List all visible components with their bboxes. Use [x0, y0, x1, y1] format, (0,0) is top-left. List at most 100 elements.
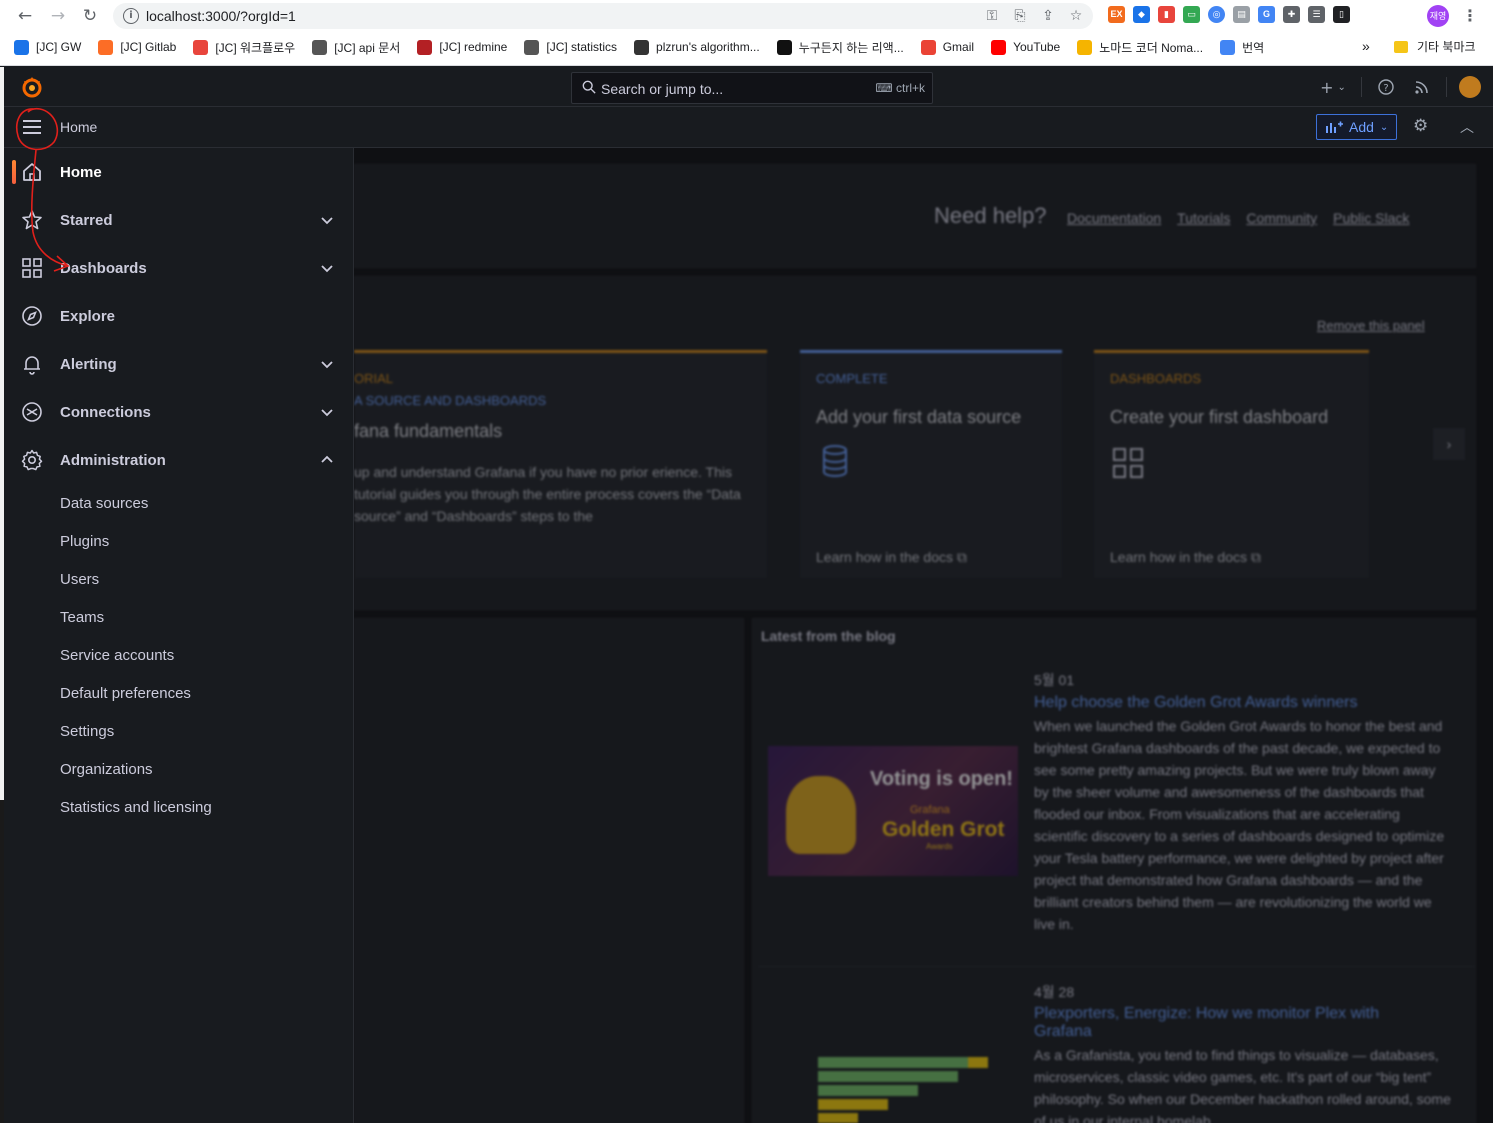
- learn-link[interactable]: Learn how in the docs ⧉: [1110, 549, 1261, 566]
- search-input[interactable]: Search or jump to... ⌨ ctrl+k: [571, 72, 933, 104]
- admin-item-users[interactable]: Users: [60, 571, 99, 588]
- learn-link[interactable]: Learn how in the docs ⧉: [816, 549, 967, 566]
- add-button[interactable]: Add ⌄: [1316, 114, 1397, 140]
- chevron-down-icon[interactable]: [320, 213, 334, 227]
- breadcrumb[interactable]: Home: [60, 119, 97, 135]
- grafana-topbar: Search or jump to... ⌨ ctrl+k + ⌄ ?: [4, 67, 1493, 107]
- admin-item-default-preferences[interactable]: Default preferences: [60, 685, 191, 702]
- bookmark-item[interactable]: [JC] 워크플로우: [193, 39, 295, 56]
- divider: [758, 966, 1474, 967]
- extension-icon[interactable]: ◆: [1133, 6, 1150, 23]
- bookmark-item[interactable]: [JC] statistics: [524, 39, 617, 55]
- tutorial-card[interactable]: ORIAL A SOURCE AND DASHBOARDS fana funda…: [354, 350, 767, 578]
- admin-item-teams[interactable]: Teams: [60, 609, 104, 626]
- bookmark-item[interactable]: [JC] GW: [14, 39, 81, 55]
- nav-item-connections[interactable]: Connections: [4, 392, 354, 432]
- blog-title-link[interactable]: Help choose the Golden Grot Awards winne…: [1034, 694, 1434, 712]
- voting-headline: Voting is open!: [870, 768, 1013, 790]
- nav-item-alerting[interactable]: Alerting: [4, 344, 354, 384]
- help-button[interactable]: ?: [1368, 67, 1404, 107]
- other-bookmarks[interactable]: 기타 북마크: [1394, 38, 1476, 55]
- help-link[interactable]: Community: [1246, 210, 1317, 226]
- bookmark-item[interactable]: 번역: [1220, 39, 1264, 56]
- chevron-up-icon[interactable]: [320, 453, 334, 467]
- admin-item-plugins[interactable]: Plugins: [60, 533, 109, 550]
- news-button[interactable]: [1404, 67, 1440, 107]
- help-link[interactable]: Public Slack: [1333, 210, 1409, 226]
- extension-icon[interactable]: ▤: [1233, 6, 1250, 23]
- extension-icon[interactable]: G: [1258, 6, 1275, 23]
- forward-icon[interactable]: →: [47, 5, 69, 27]
- side-panel-icon[interactable]: ▯: [1333, 6, 1350, 23]
- blog-body: When we launched the Golden Grot Awards …: [1034, 718, 1445, 932]
- search-shortcut: ⌨ ctrl+k: [875, 81, 925, 95]
- bookmark-item[interactable]: [JC] redmine: [417, 39, 507, 55]
- card-title: Create your first dashboard: [1110, 407, 1329, 427]
- help-link[interactable]: Tutorials: [1177, 210, 1230, 226]
- key-icon[interactable]: ⚿: [983, 7, 1001, 25]
- bookmark-item[interactable]: [JC] Gitlab: [98, 39, 176, 55]
- bookmark-item[interactable]: plzrun's algorithm...: [634, 39, 760, 55]
- help-link[interactable]: Documentation: [1067, 210, 1161, 226]
- nav-item-dashboards[interactable]: Dashboards: [4, 248, 354, 288]
- bookmark-item[interactable]: Gmail: [920, 39, 974, 55]
- site-info-icon[interactable]: i: [123, 8, 139, 24]
- bookmark-item[interactable]: [JC] api 문서: [312, 39, 400, 56]
- apps-icon: [1113, 448, 1143, 478]
- back-icon[interactable]: ←: [14, 5, 36, 27]
- nav-item-label: Administration: [60, 451, 166, 469]
- extension-icon[interactable]: ▭: [1183, 6, 1200, 23]
- bookmark-item[interactable]: 노마드 코더 Noma...: [1077, 39, 1203, 56]
- bookmark-favicon-icon: [193, 39, 209, 55]
- card-tag: ORIAL: [354, 371, 394, 386]
- browser-menu-icon[interactable]: ⋮: [1462, 6, 1478, 26]
- chevron-up-icon[interactable]: ︿: [1460, 117, 1474, 137]
- chevron-down-icon[interactable]: [320, 357, 334, 371]
- profile-avatar[interactable]: 재영: [1427, 5, 1449, 27]
- extension-icon[interactable]: EX: [1108, 6, 1125, 23]
- bookmark-favicon-icon: [634, 39, 650, 55]
- blog-title-link[interactable]: Plexporters, Energize: How we monitor Pl…: [1034, 1005, 1434, 1041]
- dashboard-card[interactable]: DASHBOARDS Create your first dashboard L…: [1094, 350, 1369, 578]
- nav-item-home[interactable]: Home: [4, 152, 354, 192]
- menu-toggle-icon[interactable]: [18, 115, 46, 139]
- bookmarks-overflow[interactable]: »: [1362, 38, 1370, 54]
- share-icon[interactable]: ⇪: [1039, 7, 1057, 25]
- nav-item-starred[interactable]: Starred: [4, 200, 354, 240]
- translate-icon[interactable]: ⎘: [1011, 7, 1029, 25]
- datasource-card[interactable]: COMPLETE Add your first data source Lear…: [800, 350, 1062, 578]
- reading-list-icon[interactable]: ☰: [1308, 6, 1325, 23]
- bookmark-favicon-icon: [417, 39, 433, 55]
- new-button[interactable]: + ⌄: [1311, 67, 1355, 107]
- extension-icon[interactable]: ▮: [1158, 6, 1175, 23]
- admin-item-statistics-and-licensing[interactable]: Statistics and licensing: [60, 799, 212, 816]
- remove-panel-link[interactable]: Remove this panel: [1317, 318, 1425, 333]
- admin-item-settings[interactable]: Settings: [60, 723, 114, 740]
- puzzle-icon[interactable]: ✚: [1283, 6, 1300, 23]
- admin-item-service-accounts[interactable]: Service accounts: [60, 647, 174, 664]
- nav-item-explore[interactable]: Explore: [4, 296, 354, 336]
- nav-item-administration[interactable]: Administration: [4, 440, 354, 480]
- carousel-next-button[interactable]: ›: [1433, 428, 1465, 460]
- dashboard-settings-icon[interactable]: ⚙: [1413, 116, 1428, 136]
- user-avatar[interactable]: [1459, 76, 1481, 98]
- chevron-down-icon: ⌄: [1379, 121, 1389, 133]
- bookmark-favicon-icon: [14, 39, 29, 55]
- grafana-logo-icon[interactable]: [20, 75, 44, 99]
- reload-icon[interactable]: ↻: [79, 5, 101, 27]
- chevron-down-icon[interactable]: [320, 405, 334, 419]
- bookmark-star-icon[interactable]: ☆: [1067, 7, 1085, 25]
- bookmark-item[interactable]: YouTube: [991, 39, 1060, 55]
- bookmark-favicon-icon: [920, 39, 936, 55]
- chevron-down-icon[interactable]: [320, 261, 334, 275]
- bookmark-item[interactable]: 누구든지 하는 리액...: [776, 39, 904, 56]
- admin-item-organizations[interactable]: Organizations: [60, 761, 153, 778]
- admin-item-data-sources[interactable]: Data sources: [60, 495, 148, 512]
- extension-icon[interactable]: ◎: [1208, 6, 1225, 23]
- url-text[interactable]: localhost:3000/?orgId=1: [146, 8, 296, 24]
- svg-text:?: ?: [1383, 83, 1388, 94]
- omnibox[interactable]: i localhost:3000/?orgId=1 ⚿ ⎘ ⇪ ☆: [113, 3, 1093, 29]
- card-description: up and understand Grafana if you have no…: [354, 464, 741, 524]
- compass-icon: [22, 306, 42, 326]
- page-toolbar: Home Add ⌄ ⚙ ︿: [4, 107, 1493, 148]
